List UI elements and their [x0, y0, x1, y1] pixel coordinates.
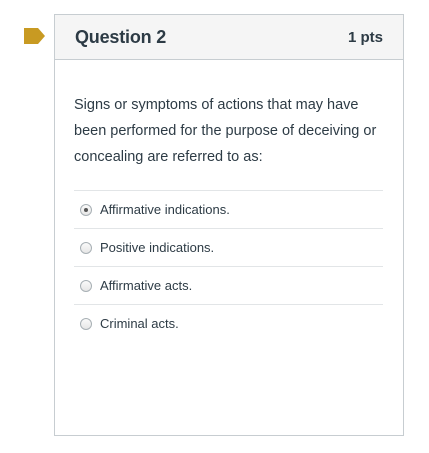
question-card: Question 2 1 pts Signs or symptoms of ac… — [54, 14, 404, 436]
answer-label: Affirmative indications. — [100, 202, 230, 217]
radio-button[interactable] — [80, 241, 92, 254]
answer-option[interactable]: Positive indications. — [74, 229, 383, 267]
radio-button[interactable] — [80, 203, 92, 216]
bookmark-flag-icon[interactable] — [24, 28, 45, 44]
question-title: Question 2 — [75, 26, 167, 47]
radio-button[interactable] — [80, 317, 92, 330]
answer-label: Criminal acts. — [100, 316, 179, 331]
answer-list: Affirmative indications. Positive indica… — [74, 190, 383, 342]
question-text: Signs or symptoms of actions that may ha… — [74, 97, 377, 165]
answer-option[interactable]: Affirmative acts. — [74, 267, 383, 305]
question-header: Question 2 1 pts — [55, 15, 403, 60]
question-points: 1 pts — [347, 28, 383, 46]
radio-button[interactable] — [80, 279, 92, 292]
answer-option[interactable]: Criminal acts. — [74, 305, 383, 342]
answer-label: Affirmative acts. — [100, 278, 193, 293]
answer-option[interactable]: Affirmative indications. — [74, 191, 383, 229]
answer-label: Positive indications. — [100, 240, 215, 255]
